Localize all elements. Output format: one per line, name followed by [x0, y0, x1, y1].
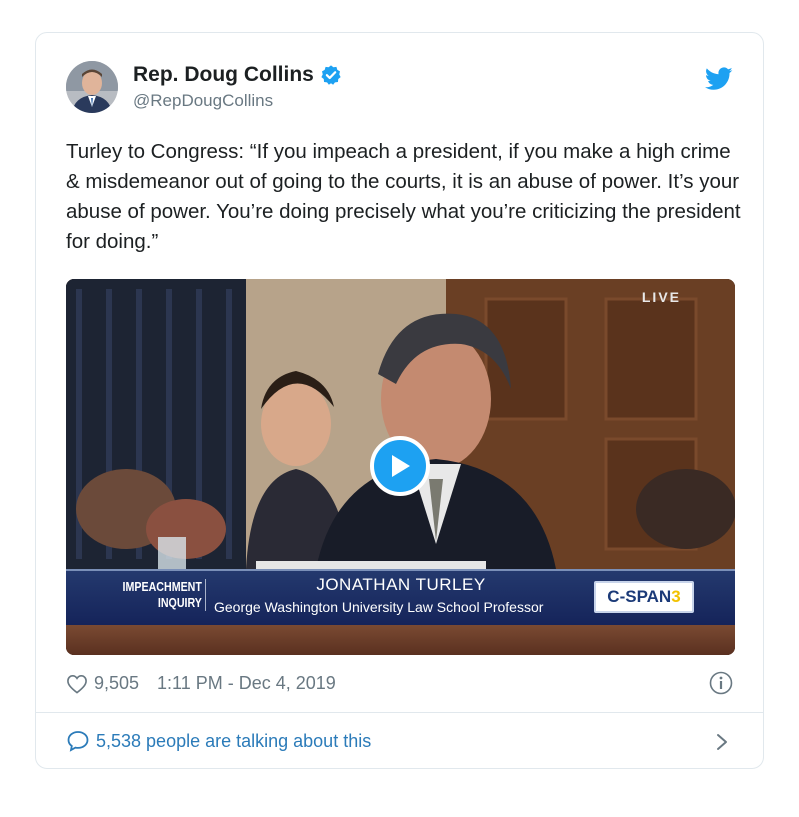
- conversation-count: 5,538 people are talking about this: [96, 730, 372, 751]
- live-indicator: LIVE: [641, 289, 681, 305]
- author-block[interactable]: Rep. Doug Collins @RepDougCollins: [133, 63, 342, 111]
- embedded-tweet-card: Rep. Doug Collins @RepDougCollins Turley…: [35, 32, 764, 769]
- video-player[interactable]: LIVE IMPEACHMENT INQUIRY JONATHAN TURLEY…: [66, 279, 735, 655]
- divider: [36, 712, 763, 713]
- tweet-text: Turley to Congress: “If you impeach a pr…: [66, 140, 741, 253]
- author-handle[interactable]: @RepDougCollins: [133, 91, 342, 111]
- network-prefix: C-SPAN: [607, 587, 672, 606]
- verified-badge-icon: [321, 65, 341, 85]
- twitter-bird-icon[interactable]: [705, 67, 733, 91]
- author-name[interactable]: Rep. Doug Collins: [133, 63, 314, 87]
- play-button[interactable]: [370, 436, 430, 496]
- info-icon[interactable]: [709, 671, 733, 695]
- timestamp-link[interactable]: 1:11 PM - Dec 4, 2019: [157, 673, 336, 694]
- program-tag: IMPEACHMENT INQUIRY: [116, 579, 206, 611]
- like-count: 9,505: [94, 673, 140, 693]
- guest-name: JONATHAN TURLEY: [316, 575, 486, 594]
- speech-bubble-icon: [67, 731, 89, 752]
- conversation-link[interactable]: 5,538 people are talking about this: [66, 730, 371, 752]
- like-button[interactable]: 9,505: [66, 673, 139, 694]
- heart-icon: [67, 674, 87, 694]
- chevron-right-icon[interactable]: [715, 732, 729, 752]
- program-tag-line1: IMPEACHMENT: [122, 579, 202, 594]
- play-icon: [392, 455, 410, 477]
- hearing-desk: [66, 625, 735, 655]
- network-number: 3: [671, 587, 681, 606]
- network-logo: C-SPAN3: [594, 581, 694, 613]
- broadcast-lower-third: IMPEACHMENT INQUIRY JONATHAN TURLEY Geor…: [66, 569, 735, 625]
- program-tag-line2: INQUIRY: [157, 595, 202, 610]
- tweet-meta: 9,505 1:11 PM - Dec 4, 2019: [66, 673, 336, 694]
- avatar[interactable]: [66, 61, 118, 113]
- guest-title: George Washington University Law School …: [214, 599, 544, 615]
